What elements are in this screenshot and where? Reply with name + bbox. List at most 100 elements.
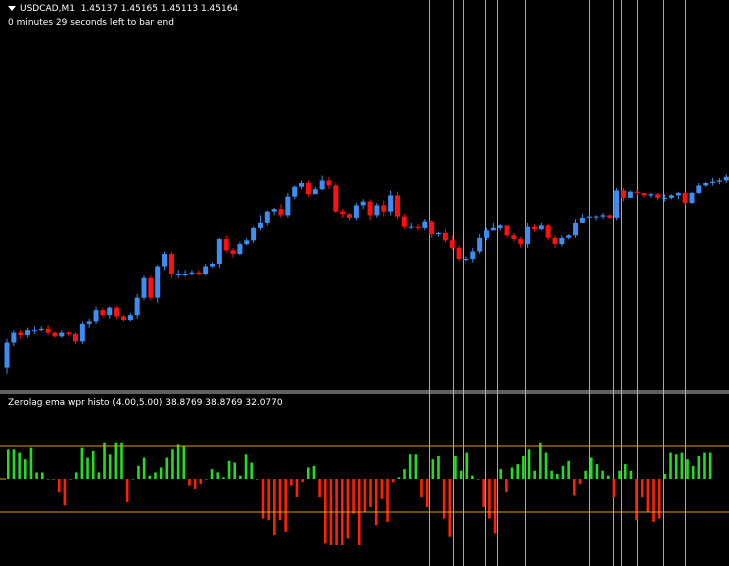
histo-bar-down: [318, 479, 321, 498]
histo-bar-up: [103, 442, 106, 479]
histo-bar-up: [589, 457, 593, 479]
candle-bull: [525, 226, 531, 245]
histo-bar-down: [505, 479, 508, 493]
candle-bull: [388, 195, 394, 212]
candle-bull: [107, 307, 113, 316]
histo-bar-down: [391, 479, 395, 483]
histo-bar-down: [657, 479, 661, 519]
histo-bar-up: [459, 470, 463, 479]
symbol-header[interactable]: USDCAD,M1 1.45137 1.45165 1.45113 1.4516…: [8, 4, 238, 15]
histo-bar-down: [290, 479, 293, 486]
histo-bar-up: [154, 472, 157, 479]
histo-bar-up: [29, 447, 33, 479]
histo-bar-down: [646, 479, 650, 512]
candle-bear: [120, 316, 126, 321]
histo-bar-up: [142, 457, 146, 479]
candle-bull: [497, 225, 503, 228]
histo-bar-up: [703, 452, 706, 479]
candle-bear: [518, 239, 524, 245]
ohlc-values: 1.45137 1.45165 1.45113 1.45164: [80, 4, 239, 14]
histo-bar-down: [346, 479, 350, 539]
histo-bar-up: [250, 462, 253, 479]
candle-bull: [573, 222, 579, 236]
histo-bar-down: [488, 479, 491, 519]
candle-bull: [436, 232, 442, 235]
histo-bar-up: [629, 470, 633, 479]
candle-bull: [422, 221, 428, 228]
histo-bar-down: [640, 479, 644, 498]
histo-bar-up: [114, 442, 118, 479]
candle-bear: [401, 216, 407, 227]
histo-bar-up: [663, 474, 667, 479]
histo-bar-up: [408, 454, 412, 479]
histo-bar-down: [267, 479, 270, 521]
candle-bull: [710, 181, 716, 183]
candle-bull: [614, 190, 620, 218]
candle-bear: [333, 185, 339, 212]
histo-bar-down: [493, 479, 497, 534]
histo-bar-down: [278, 479, 282, 521]
candle-bear: [634, 191, 640, 193]
histo-bar-up: [131, 479, 135, 480]
histo-bar-up: [165, 457, 169, 479]
histo-bar-up: [669, 452, 672, 479]
histo-bar-up: [46, 479, 50, 480]
candle-bear: [367, 201, 373, 216]
candle-bull: [86, 321, 92, 324]
candle-bull: [312, 189, 318, 195]
histo-bar-up: [697, 455, 701, 479]
trading-chart[interactable]: [0, 0, 729, 566]
histo-bar-up: [176, 444, 180, 479]
candle-bull: [668, 195, 674, 198]
histo-bar-down: [612, 479, 616, 498]
histo-bar-up: [222, 477, 225, 479]
histo-bar-down: [295, 479, 299, 498]
histo-bar-up: [171, 449, 174, 479]
histo-bar-up: [306, 467, 310, 479]
histo-bar-down: [386, 479, 389, 522]
candle-bull: [38, 328, 44, 331]
histo-bar-up: [680, 452, 684, 479]
candle-bull: [675, 192, 681, 196]
candle-bull: [662, 197, 668, 199]
candle-bull: [31, 330, 37, 332]
histo-bar-up: [691, 465, 695, 479]
histo-bar-down: [193, 479, 197, 489]
histo-bar-up: [256, 479, 259, 480]
candle-bull: [360, 201, 366, 206]
histo-bar-up: [561, 465, 565, 479]
candle-bull: [703, 182, 709, 186]
histo-bar-up: [91, 450, 95, 479]
candle-bear: [100, 310, 106, 316]
candle-bull: [579, 217, 585, 223]
candle-bear: [66, 332, 72, 334]
candle-bear: [504, 225, 510, 236]
histo-bar-up: [69, 479, 72, 480]
candle-bull: [11, 332, 17, 343]
candle-bull: [189, 272, 195, 274]
candle-bear: [45, 328, 51, 333]
histo-bar-up: [510, 467, 514, 479]
histo-bar-up: [499, 469, 503, 479]
histo-bar-down: [369, 479, 372, 508]
histo-bar-up: [137, 465, 140, 479]
candle-bull: [162, 254, 168, 267]
histo-bar-down: [442, 479, 446, 519]
candle-bull: [175, 274, 181, 275]
histo-bar-up: [86, 457, 89, 479]
histo-bar-up: [414, 454, 418, 479]
candle-bear: [196, 272, 202, 274]
histo-bar-up: [159, 467, 163, 479]
candle-bull: [4, 342, 10, 368]
candle-bear: [449, 240, 455, 248]
dropdown-triangle-icon[interactable]: [8, 6, 16, 11]
candle-bear: [429, 221, 435, 235]
candle-bull: [319, 180, 325, 190]
candle-bear: [456, 247, 462, 260]
histo-bar-down: [363, 479, 367, 512]
histo-bar-up: [23, 459, 27, 479]
histo-bar-up: [539, 442, 542, 479]
candle-bull: [600, 215, 606, 217]
histo-bar-up: [567, 460, 570, 479]
histo-bar-up: [40, 472, 44, 479]
